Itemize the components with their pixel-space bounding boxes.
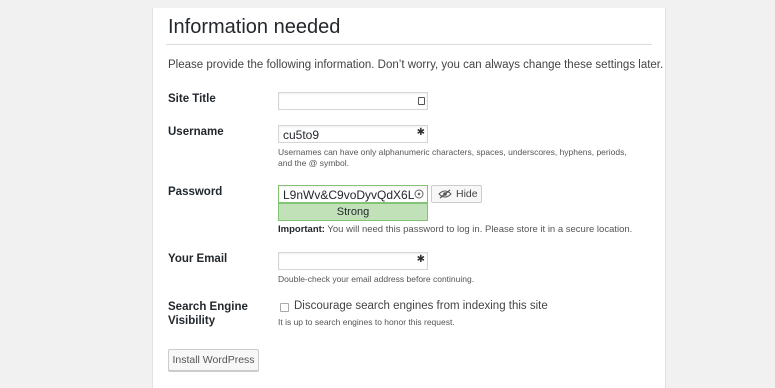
intro-text: Please provide the following information… <box>168 59 664 71</box>
password-note-important: Important: <box>278 224 325 235</box>
key-icon: ✱ <box>416 254 425 265</box>
key-icon: ✱ <box>416 127 425 138</box>
password-label: Password <box>168 186 223 198</box>
username-label: Username <box>168 126 224 138</box>
username-input[interactable]: cu5to9 ✱ <box>278 125 428 143</box>
autofill-icon <box>418 97 425 105</box>
search-visibility-help: It is up to search engines to honor this… <box>278 317 455 327</box>
password-strength-meter: Strong <box>278 203 428 221</box>
password-note: Important: You will need this password t… <box>278 224 632 235</box>
password-note-text: You will need this password to log in. P… <box>324 224 633 235</box>
search-visibility-label-line1: Search Engine <box>168 301 248 313</box>
site-title-label: Site Title <box>168 93 216 105</box>
username-help: Usernames can have only alphanumeric cha… <box>278 147 627 168</box>
email-label: Your Email <box>168 253 228 265</box>
hide-password-label: Hide <box>456 188 478 200</box>
username-value: cu5to9 <box>283 128 320 142</box>
page-title: Information needed <box>168 16 341 38</box>
eye-slash-icon <box>438 189 452 199</box>
discourage-search-checkbox[interactable] <box>280 303 289 312</box>
password-value: L9nWv&C9voDyvQdX6L <box>283 188 415 202</box>
search-visibility-label-line2: Visibility <box>168 315 216 327</box>
discourage-search-label[interactable]: Discourage search engines from indexing … <box>294 300 548 312</box>
email-input[interactable]: ✱ <box>278 252 428 270</box>
divider <box>166 44 652 45</box>
hide-password-button[interactable]: Hide <box>431 185 482 203</box>
password-input[interactable]: L9nWv&C9voDyvQdX6L <box>278 185 428 203</box>
email-help: Double-check your email address before c… <box>278 274 475 284</box>
search-visibility-label: Search Engine Visibility <box>168 300 248 328</box>
refresh-icon <box>414 189 424 199</box>
site-title-input[interactable] <box>278 92 428 110</box>
install-wordpress-button[interactable]: Install WordPress <box>168 349 259 371</box>
